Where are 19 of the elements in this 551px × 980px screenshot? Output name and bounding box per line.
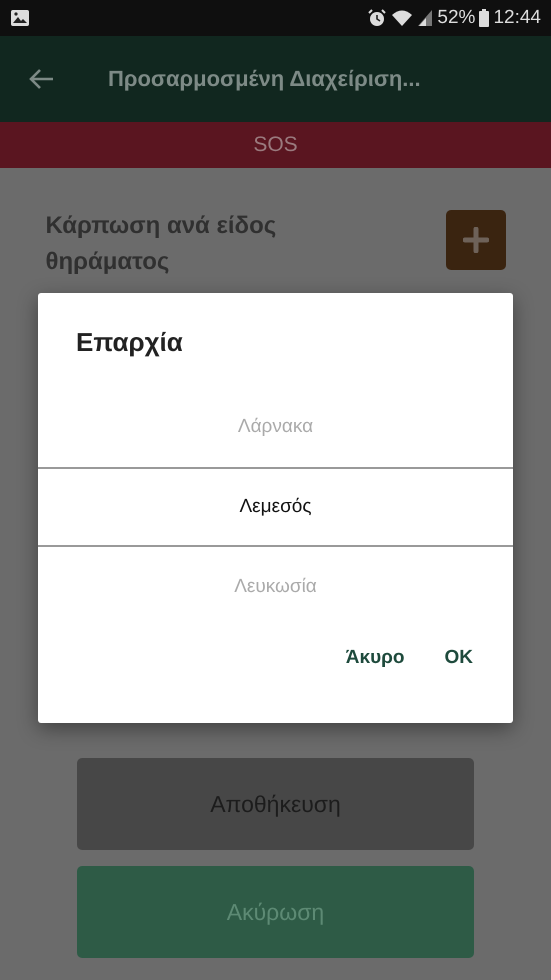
image-icon: [10, 9, 30, 27]
cancel-button[interactable]: Άκυρο: [336, 639, 414, 677]
alarm-icon: [367, 8, 388, 28]
signal-icon: [417, 9, 434, 27]
wifi-icon: [391, 9, 414, 27]
screen-title: Προσαρμοσμένη Διαχείριση...: [108, 66, 421, 92]
picker-option[interactable]: Λευκωσία: [38, 547, 513, 627]
plus-icon: [462, 227, 488, 253]
battery-percentage: 52%: [437, 7, 476, 29]
clock: 12:44: [493, 7, 541, 29]
dialog-title: Επαρχία: [75, 326, 184, 359]
picker-option[interactable]: Λεμεσός: [38, 467, 513, 547]
section-title: Κάρπωση ανά είδος θηράματος: [46, 211, 278, 277]
battery-icon: [479, 9, 490, 27]
sos-button[interactable]: SOS: [0, 122, 551, 168]
back-arrow-icon[interactable]: [28, 68, 54, 90]
ok-button[interactable]: OK: [434, 639, 483, 677]
add-button[interactable]: [446, 210, 506, 270]
picker-option[interactable]: Λάρνακα: [38, 387, 513, 467]
